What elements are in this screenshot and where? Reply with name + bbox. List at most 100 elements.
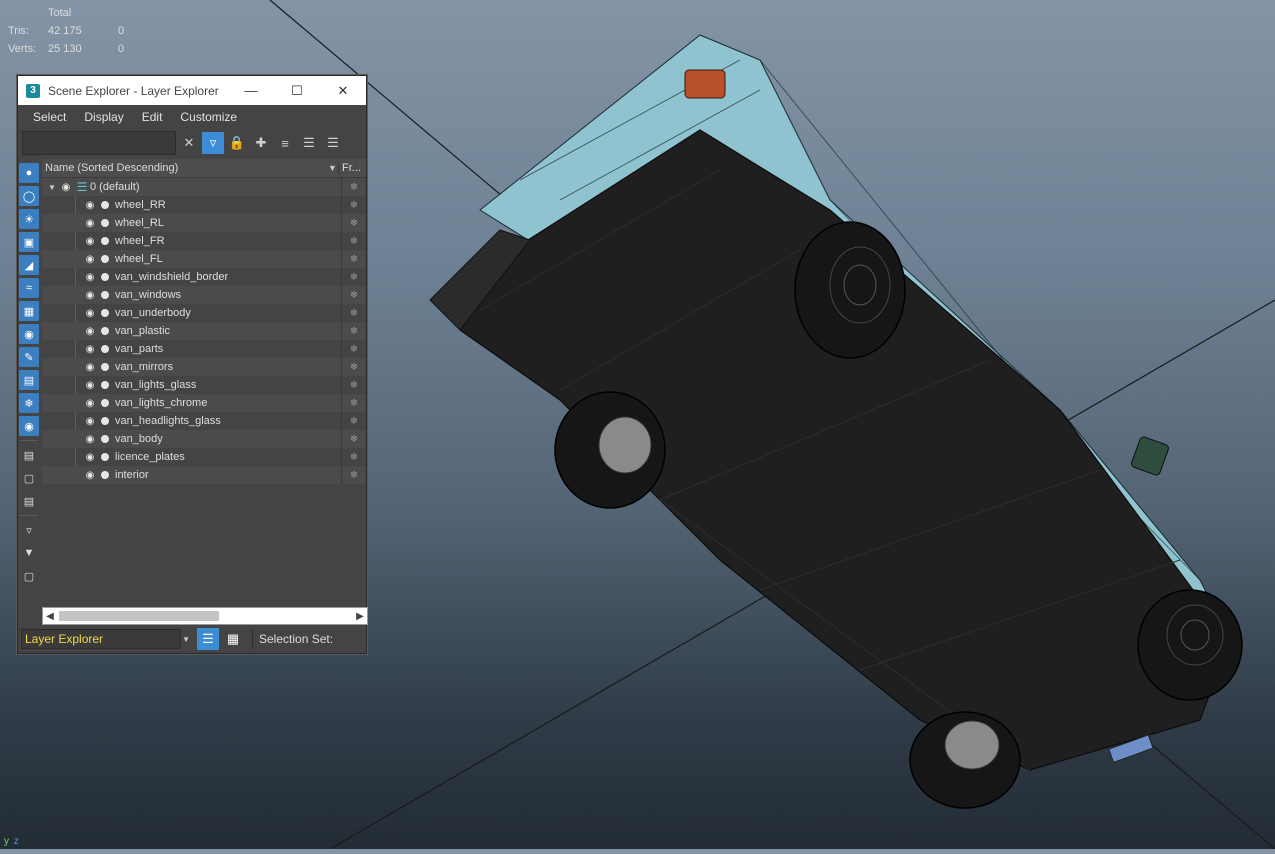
visibility-eye-icon[interactable]: ◉: [82, 380, 98, 391]
collapse-arrow-icon[interactable]: ▼: [48, 183, 58, 192]
menu-select[interactable]: Select: [24, 110, 75, 124]
layer-row-default[interactable]: ▼ ◉ ☰ 0 (default) ❄: [42, 178, 366, 196]
close-button[interactable]: ✕: [320, 76, 366, 105]
visibility-eye-icon[interactable]: ◉: [82, 434, 98, 445]
sort-by-layers-icon[interactable]: ☰: [197, 628, 219, 650]
freeze-snowflake-icon[interactable]: ❄: [341, 340, 366, 358]
filter-settings-icon[interactable]: ▿: [19, 520, 39, 540]
display-none-icon[interactable]: ▢: [19, 468, 39, 488]
scroll-track[interactable]: [57, 609, 353, 623]
freeze-snowflake-icon[interactable]: ❄: [341, 196, 366, 214]
maximize-button[interactable]: ☐: [274, 76, 320, 105]
layer-row[interactable]: ◉ van_windshield_border ❄: [42, 268, 366, 286]
scene-explorer-window[interactable]: 3 Scene Explorer - Layer Explorer — ☐ ✕ …: [17, 75, 368, 654]
layer-row[interactable]: ◉ van_lights_glass ❄: [42, 376, 366, 394]
layer-row[interactable]: ◉ licence_plates ❄: [42, 448, 366, 466]
filter-toggle-icon[interactable]: ▿: [202, 132, 224, 154]
menu-display[interactable]: Display: [75, 110, 132, 124]
layer-row[interactable]: ◉ wheel_RL ❄: [42, 214, 366, 232]
selection-set-icon[interactable]: ▢: [19, 566, 39, 586]
filter-icon[interactable]: ▼: [19, 543, 39, 563]
visibility-eye-icon[interactable]: ◉: [82, 218, 98, 229]
geometry-filter-icon[interactable]: ●: [19, 163, 39, 183]
layer-row[interactable]: ◉ interior ❄: [42, 466, 366, 484]
freeze-snowflake-icon[interactable]: ❄: [341, 268, 366, 286]
xrefs-filter-icon[interactable]: ◉: [19, 324, 39, 344]
layer-row[interactable]: ◉ wheel_FL ❄: [42, 250, 366, 268]
visibility-eye-icon[interactable]: ◉: [82, 362, 98, 373]
window-titlebar[interactable]: 3 Scene Explorer - Layer Explorer — ☐ ✕: [18, 76, 366, 105]
layer-row[interactable]: ◉ van_body ❄: [42, 430, 366, 448]
horizontal-scrollbar[interactable]: ◀ ▶: [42, 607, 368, 625]
layers-stack-icon[interactable]: ☰: [322, 132, 344, 154]
freeze-snowflake-icon[interactable]: ❄: [341, 430, 366, 448]
layer-row[interactable]: ◉ van_plastic ❄: [42, 322, 366, 340]
freeze-snowflake-icon[interactable]: ❄: [341, 358, 366, 376]
layer-label: 0 (default): [90, 181, 140, 193]
cameras-filter-icon[interactable]: ▣: [19, 232, 39, 252]
lock-icon[interactable]: 🔒: [226, 132, 248, 154]
menu-edit[interactable]: Edit: [133, 110, 172, 124]
helpers-filter-icon[interactable]: ◢: [19, 255, 39, 275]
create-layer-icon[interactable]: ✚: [250, 132, 272, 154]
visibility-eye-icon[interactable]: ◉: [82, 452, 98, 463]
menu-customize[interactable]: Customize: [171, 110, 246, 124]
column-name-header[interactable]: Name (Sorted Descending): [42, 162, 328, 174]
spacewarps-filter-icon[interactable]: ≈: [19, 278, 39, 298]
groups-filter-icon[interactable]: ▦: [19, 301, 39, 321]
freeze-snowflake-icon[interactable]: ❄: [341, 394, 366, 412]
visibility-eye-icon[interactable]: ◉: [82, 344, 98, 355]
hidden-filter-icon[interactable]: ◉: [19, 416, 39, 436]
layer-row[interactable]: ◉ van_underbody ❄: [42, 304, 366, 322]
visibility-eye-icon[interactable]: ◉: [82, 416, 98, 427]
freeze-snowflake-icon[interactable]: ❄: [341, 214, 366, 232]
visibility-eye-icon[interactable]: ◉: [82, 272, 98, 283]
freeze-snowflake-icon[interactable]: ❄: [341, 178, 366, 196]
explorer-type-dropdown[interactable]: Layer Explorer ▼: [21, 629, 190, 649]
invert-display-icon[interactable]: ▤: [19, 491, 39, 511]
bones-filter-icon[interactable]: ✎: [19, 347, 39, 367]
visibility-eye-icon[interactable]: ◉: [82, 290, 98, 301]
column-frozen-header[interactable]: Fr...: [338, 162, 366, 174]
layer-row[interactable]: ◉ van_lights_chrome ❄: [42, 394, 366, 412]
clear-search-icon[interactable]: ✕: [178, 132, 200, 154]
frozen-filter-icon[interactable]: ❄: [19, 393, 39, 413]
visibility-eye-icon[interactable]: ◉: [82, 470, 98, 481]
sort-by-hierarchy-icon[interactable]: ▦: [222, 628, 244, 650]
freeze-snowflake-icon[interactable]: ❄: [341, 376, 366, 394]
layer-row[interactable]: ◉ wheel_FR ❄: [42, 232, 366, 250]
visibility-eye-icon[interactable]: ◉: [58, 182, 74, 193]
visibility-eye-icon[interactable]: ◉: [82, 326, 98, 337]
freeze-snowflake-icon[interactable]: ❄: [341, 448, 366, 466]
minimize-button[interactable]: —: [228, 76, 274, 105]
containers-filter-icon[interactable]: ▤: [19, 370, 39, 390]
hierarchy-icon[interactable]: ☰: [298, 132, 320, 154]
visibility-eye-icon[interactable]: ◉: [82, 308, 98, 319]
layer-row[interactable]: ◉ van_headlights_glass ❄: [42, 412, 366, 430]
visibility-eye-icon[interactable]: ◉: [82, 398, 98, 409]
layer-row[interactable]: ◉ van_mirrors ❄: [42, 358, 366, 376]
layer-row[interactable]: ◉ van_parts ❄: [42, 340, 366, 358]
scroll-right-icon[interactable]: ▶: [353, 611, 367, 622]
add-to-layer-icon[interactable]: ≡: [274, 132, 296, 154]
shapes-filter-icon[interactable]: ◯: [19, 186, 39, 206]
lights-filter-icon[interactable]: ☀: [19, 209, 39, 229]
layer-row[interactable]: ◉ wheel_RR ❄: [42, 196, 366, 214]
scroll-left-icon[interactable]: ◀: [43, 611, 57, 622]
freeze-snowflake-icon[interactable]: ❄: [341, 250, 366, 268]
freeze-snowflake-icon[interactable]: ❄: [341, 286, 366, 304]
freeze-snowflake-icon[interactable]: ❄: [341, 322, 366, 340]
visibility-eye-icon[interactable]: ◉: [82, 254, 98, 265]
sort-desc-icon[interactable]: ▼: [328, 163, 338, 173]
visibility-eye-icon[interactable]: ◉: [82, 200, 98, 211]
visibility-eye-icon[interactable]: ◉: [82, 236, 98, 247]
search-input[interactable]: [22, 131, 176, 155]
display-all-icon[interactable]: ▤: [19, 445, 39, 465]
chevron-down-icon[interactable]: ▼: [182, 635, 190, 644]
layer-row[interactable]: ◉ van_windows ❄: [42, 286, 366, 304]
scroll-thumb[interactable]: [59, 611, 219, 621]
freeze-snowflake-icon[interactable]: ❄: [341, 466, 366, 484]
freeze-snowflake-icon[interactable]: ❄: [341, 412, 366, 430]
freeze-snowflake-icon[interactable]: ❄: [341, 304, 366, 322]
freeze-snowflake-icon[interactable]: ❄: [341, 232, 366, 250]
